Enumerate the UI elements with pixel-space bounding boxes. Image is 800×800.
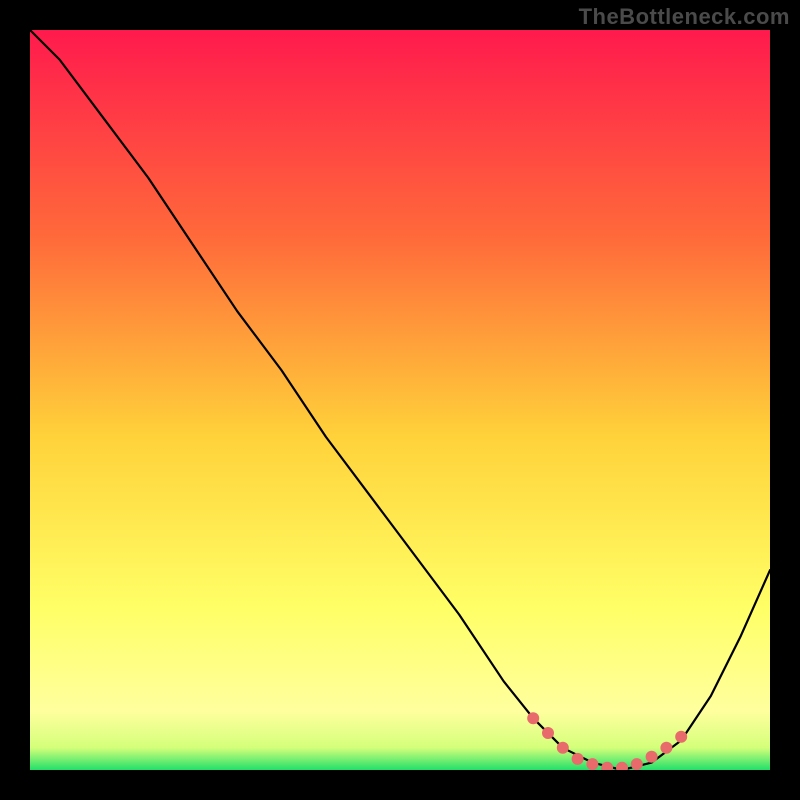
optimal-marker — [557, 742, 569, 754]
optimal-marker — [660, 742, 672, 754]
optimal-marker — [542, 727, 554, 739]
gradient-background — [30, 30, 770, 770]
chart-frame: TheBottleneck.com — [0, 0, 800, 800]
optimal-marker — [646, 751, 658, 763]
optimal-marker — [572, 753, 584, 765]
optimal-marker — [631, 758, 643, 770]
watermark-text: TheBottleneck.com — [579, 4, 790, 30]
optimal-marker — [586, 758, 598, 770]
optimal-marker — [675, 731, 687, 743]
plot-area — [30, 30, 770, 770]
optimal-marker — [527, 712, 539, 724]
chart-svg — [30, 30, 770, 770]
